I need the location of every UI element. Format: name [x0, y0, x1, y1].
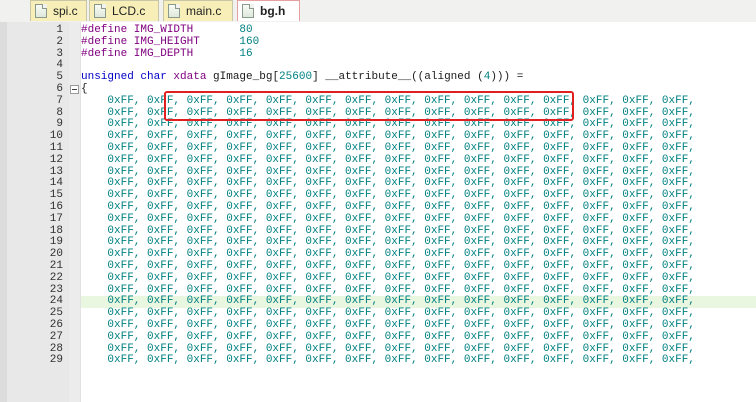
tab-label: main.c: [186, 4, 222, 18]
file-icon: [94, 4, 106, 18]
code-editor[interactable]: 1 #define IMG_WIDTH 80 2 #define IMG_HEIGHT…: [0, 22, 756, 402]
code-token: 16: [199, 47, 253, 60]
line-number: 8: [56, 106, 63, 119]
code-text: #define IMG_DEPTH 16: [81, 47, 756, 61]
line-number: 21: [49, 259, 63, 272]
code-token: 0xFF, 0xFF, 0xFF, 0xFF, 0xFF, 0xFF, 0xFF…: [81, 212, 695, 225]
code-token: 0xFF, 0xFF, 0xFF, 0xFF, 0xFF, 0xFF, 0xFF…: [81, 342, 695, 355]
code-token: ))) =: [490, 71, 524, 84]
code-token: 160: [199, 35, 260, 48]
code-token: 0xFF, 0xFF, 0xFF, 0xFF, 0xFF, 0xFF, 0xFF…: [81, 307, 695, 320]
line-number: 5: [56, 71, 63, 84]
code-token: 0xFF, 0xFF, 0xFF, 0xFF, 0xFF, 0xFF, 0xFF…: [81, 354, 695, 367]
code-line[interactable]: 3 #define IMG_DEPTH 16: [0, 47, 756, 61]
line-number: 3: [56, 47, 63, 60]
line-number: 26: [49, 318, 63, 331]
tab-bg-h[interactable]: bg.h: [237, 0, 300, 21]
tab-spi-c[interactable]: spi.c: [30, 0, 87, 21]
code-token: 0xFF, 0xFF, 0xFF, 0xFF, 0xFF, 0xFF, 0xFF…: [81, 200, 695, 213]
tab-label: LCD.c: [112, 4, 146, 18]
code-token: 0xFF, 0xFF, 0xFF, 0xFF, 0xFF, 0xFF, 0xFF…: [81, 236, 695, 249]
code-token: 25600: [279, 71, 313, 84]
highlight-annotation-box: [164, 91, 574, 121]
code-token: 0xFF, 0xFF, 0xFF, 0xFF, 0xFF, 0xFF, 0xFF…: [81, 224, 695, 237]
code-token: 80: [199, 24, 253, 36]
code-token: unsigned char: [81, 71, 174, 84]
line-number: 16: [49, 200, 63, 213]
line-number: 6: [56, 82, 63, 95]
code-line[interactable]: 5 unsigned char xdata gImage_bg[25600] __…: [0, 71, 756, 84]
code-token: {: [81, 82, 88, 95]
code-token: 0xFF, 0xFF, 0xFF, 0xFF, 0xFF, 0xFF, 0xFF…: [81, 130, 695, 143]
code-token: #define IMG_WIDTH: [81, 24, 200, 36]
code-token: ] __attribute__((aligned (: [312, 71, 484, 84]
code-token: gImage_bg[: [213, 71, 280, 84]
line-number: 29: [49, 354, 63, 367]
code-token: 0xFF, 0xFF, 0xFF, 0xFF, 0xFF, 0xFF, 0xFF…: [81, 295, 695, 308]
code-token: 0xFF, 0xFF, 0xFF, 0xFF, 0xFF, 0xFF, 0xFF…: [81, 283, 695, 296]
code-token: 0xFF, 0xFF, 0xFF, 0xFF, 0xFF, 0xFF, 0xFF…: [81, 153, 695, 166]
line-number: 1: [56, 24, 63, 36]
tab-label: spi.c: [53, 4, 78, 18]
fold-collapse-icon[interactable]: [70, 84, 79, 94]
code-token: 0xFF, 0xFF, 0xFF, 0xFF, 0xFF, 0xFF, 0xFF…: [81, 248, 695, 261]
tab-lcd-c[interactable]: LCD.c: [89, 0, 159, 21]
line-number: 4: [56, 59, 63, 72]
code-token: #define IMG_HEIGHT: [81, 35, 200, 48]
code-line[interactable]: 29 0xFF, 0xFF, 0xFF, 0xFF, 0xFF, 0xFF, 0…: [0, 354, 756, 367]
line-number: 12: [49, 153, 63, 166]
code-token: 0xFF, 0xFF, 0xFF, 0xFF, 0xFF, 0xFF, 0xFF…: [81, 271, 695, 284]
line-number: 11: [49, 141, 63, 154]
code-token: 0xFF, 0xFF, 0xFF, 0xFF, 0xFF, 0xFF, 0xFF…: [81, 177, 695, 190]
code-token: 0xFF, 0xFF, 0xFF, 0xFF, 0xFF, 0xFF, 0xFF…: [81, 330, 695, 343]
line-number: 2: [56, 35, 63, 48]
code-text: 0xFF, 0xFF, 0xFF, 0xFF, 0xFF, 0xFF, 0xFF…: [81, 354, 756, 367]
file-icon: [242, 4, 254, 18]
editor-tab-bar: spi.c LCD.c main.c bg.h: [0, 0, 756, 23]
line-number: 27: [49, 330, 63, 343]
file-icon: [35, 4, 47, 18]
file-icon: [168, 4, 180, 18]
tab-main-c[interactable]: main.c: [163, 0, 233, 21]
code-token: 0xFF, 0xFF, 0xFF, 0xFF, 0xFF, 0xFF, 0xFF…: [81, 189, 695, 202]
code-token: 0xFF, 0xFF, 0xFF, 0xFF, 0xFF, 0xFF, 0xFF…: [81, 259, 695, 272]
code-token: 0xFF, 0xFF, 0xFF, 0xFF, 0xFF, 0xFF, 0xFF…: [81, 165, 695, 178]
line-number: 22: [49, 271, 63, 284]
code-token: xdata: [173, 71, 214, 84]
line-number: 17: [49, 212, 63, 225]
code-text: unsigned char xdata gImage_bg[25600] __a…: [81, 71, 756, 84]
code-lines: 1 #define IMG_WIDTH 80 2 #define IMG_HEIGHT…: [0, 24, 756, 367]
code-token: #define IMG_DEPTH: [81, 47, 200, 60]
code-token: 0xFF, 0xFF, 0xFF, 0xFF, 0xFF, 0xFF, 0xFF…: [81, 318, 695, 331]
tab-label: bg.h: [260, 4, 286, 18]
code-token: 0xFF, 0xFF, 0xFF, 0xFF, 0xFF, 0xFF, 0xFF…: [81, 141, 695, 154]
line-number: 7: [56, 94, 63, 107]
